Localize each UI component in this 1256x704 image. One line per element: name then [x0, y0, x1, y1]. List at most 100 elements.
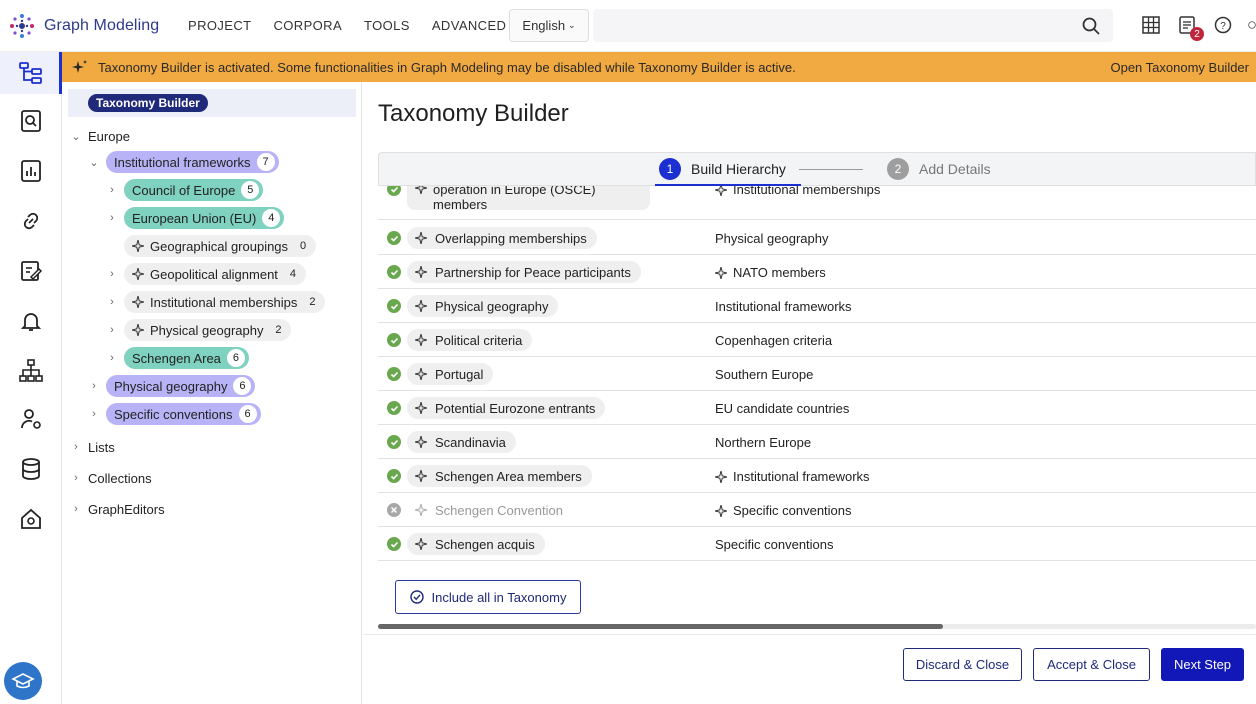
tree-node-european-union[interactable]: › European Union (EU) 4 — [106, 207, 285, 229]
chevron-right-icon[interactable]: › — [106, 184, 118, 196]
menu-corpora[interactable]: CORPORA — [273, 18, 342, 33]
chevron-right-icon[interactable]: › — [70, 503, 82, 515]
row-parent-label: Southern Europe — [715, 367, 814, 382]
tree-node-collections[interactable]: › Collections — [70, 467, 151, 489]
app-logo[interactable]: Graph Modeling — [8, 12, 178, 40]
table-row[interactable]: Partnership for Peace participants NATO … — [378, 255, 1256, 289]
grid-table-icon[interactable] — [1140, 14, 1162, 36]
table-row[interactable]: Physical geography Institutional framewo… — [378, 289, 1256, 323]
chevron-down-icon[interactable]: ⌄ — [88, 156, 100, 169]
table-row[interactable]: Schengen Area members Institutional fram… — [378, 459, 1256, 493]
menu-advanced[interactable]: ADVANCED — [432, 18, 506, 33]
step-number: 2 — [887, 158, 909, 180]
rail-database[interactable] — [0, 448, 62, 490]
search-icon[interactable] — [1081, 16, 1101, 36]
chevron-right-icon[interactable]: › — [106, 296, 118, 308]
step-number: 1 — [659, 158, 681, 180]
tree-node-europe[interactable]: ⌄ Europe — [70, 125, 130, 147]
check-circle-icon[interactable] — [387, 333, 401, 347]
row-parent-label: Northern Europe — [715, 435, 812, 450]
check-circle-icon[interactable] — [387, 401, 401, 415]
tree-node-institutional-frameworks[interactable]: ⌄ Institutional frameworks 7 — [88, 151, 279, 173]
rail-home[interactable] — [0, 498, 62, 540]
chevron-right-icon[interactable]: › — [88, 408, 100, 420]
language-select[interactable]: English ⌄ — [509, 9, 589, 42]
row-parent-label: Institutional frameworks — [733, 469, 870, 484]
table-row[interactable]: Political criteria Copenhagen criteria — [378, 323, 1256, 357]
check-circle-icon[interactable] — [387, 299, 401, 313]
rail-hierarchy[interactable] — [0, 350, 62, 392]
table-row[interactable]: Potential Eurozone entrants EU candidate… — [378, 391, 1256, 425]
tree-node-physical-geography[interactable]: › Physical geography 6 — [88, 375, 256, 397]
rail-document-search[interactable] — [0, 100, 62, 142]
rail-reports[interactable] — [0, 150, 62, 192]
rail-notifications[interactable] — [0, 300, 62, 342]
step-add-details[interactable]: 2 Add Details — [887, 158, 991, 180]
sparkle-icon — [415, 436, 427, 448]
academy-button[interactable] — [4, 662, 42, 700]
table-row[interactable]: Schengen Convention Specific conventions — [378, 493, 1256, 527]
user-icon[interactable] — [1248, 14, 1256, 36]
tree-node-geopolitical-alignment[interactable]: › Geopolitical alignment 4 — [106, 263, 306, 285]
rail-taxonomy[interactable] — [0, 52, 62, 94]
row-name: operation in Europe (OSCE) — [433, 186, 596, 197]
table-row[interactable]: Schengen acquis Specific conventions — [378, 527, 1256, 561]
tree-node-council-of-europe[interactable]: › Council of Europe 5 — [106, 179, 264, 201]
tree-node-grapheditors[interactable]: › GraphEditors — [70, 498, 164, 520]
chevron-right-icon[interactable]: › — [88, 380, 100, 392]
tasks-icon[interactable]: 2 — [1176, 14, 1204, 41]
tree-node-label: Lists — [88, 439, 115, 455]
chevron-right-icon[interactable]: › — [70, 472, 82, 484]
row-name-chip: Portugal — [407, 363, 494, 385]
check-circle-icon[interactable] — [387, 367, 401, 381]
menu-tools[interactable]: TOOLS — [364, 18, 410, 33]
menu-project[interactable]: PROJECT — [188, 18, 251, 33]
check-circle-icon[interactable] — [387, 265, 401, 279]
chevron-right-icon[interactable]: › — [106, 212, 118, 224]
tree-node-lists[interactable]: › Lists — [70, 436, 115, 458]
tree-node-geographical-groupings[interactable]: Geographical groupings 0 — [106, 235, 317, 257]
accept-close-button[interactable]: Accept & Close — [1033, 648, 1150, 681]
open-taxonomy-builder-link[interactable]: Open Taxonomy Builder — [1110, 60, 1249, 75]
row-name: Scandinavia — [435, 434, 506, 450]
discard-close-button[interactable]: Discard & Close — [903, 648, 1022, 681]
check-circle-icon[interactable] — [387, 537, 401, 551]
rail-links[interactable] — [0, 200, 62, 242]
chevron-right-icon[interactable]: › — [70, 441, 82, 453]
tree-node-physical-geography-sub[interactable]: › Physical geography 2 — [106, 319, 292, 341]
check-circle-icon[interactable] — [387, 186, 401, 196]
tree-node-pill: Geographical groupings 0 — [124, 235, 317, 257]
row-parent: EU candidate countries — [715, 401, 849, 416]
help-icon[interactable]: ? — [1212, 14, 1234, 36]
taxonomy-tree-icon — [19, 62, 42, 84]
check-circle-icon[interactable] — [387, 469, 401, 483]
check-circle-icon[interactable] — [387, 231, 401, 245]
chevron-right-icon[interactable]: › — [106, 324, 118, 336]
x-circle-icon[interactable] — [387, 503, 401, 517]
activation-banner: Taxonomy Builder is activated. Some func… — [62, 52, 1256, 82]
tree-node-schengen-area[interactable]: › Schengen Area 6 — [106, 347, 249, 369]
rail-edit[interactable] — [0, 250, 62, 292]
tree-node-specific-conventions[interactable]: › Specific conventions 6 — [88, 403, 261, 425]
search-bar[interactable] — [593, 9, 1113, 42]
chevron-right-icon[interactable]: › — [106, 352, 118, 364]
horizontal-scrollbar[interactable] — [378, 624, 1256, 629]
next-step-button[interactable]: Next Step — [1161, 648, 1244, 681]
tree-node-institutional-memberships[interactable]: › Institutional memberships 2 — [106, 291, 326, 313]
tree-node-pill: Physical geography 6 — [106, 375, 256, 397]
table-row[interactable]: Scandinavia Northern Europe — [378, 425, 1256, 459]
table-row[interactable]: Portugal Southern Europe — [378, 357, 1256, 391]
chevron-down-icon: ⌄ — [568, 20, 576, 30]
check-circle-icon[interactable] — [387, 435, 401, 449]
row-name-chip: Schengen acquis — [407, 533, 545, 555]
table-row[interactable]: operation in Europe (OSCE) members Insti… — [378, 186, 1256, 220]
chevron-down-icon[interactable]: ⌄ — [70, 130, 82, 143]
rail-user-settings[interactable] — [0, 398, 62, 440]
include-all-button[interactable]: Include all in Taxonomy — [395, 580, 581, 614]
taxonomy-builder-pill[interactable]: Taxonomy Builder — [88, 94, 208, 112]
step-build-hierarchy[interactable]: 1 Build Hierarchy — [659, 158, 786, 180]
chevron-right-icon[interactable]: › — [106, 268, 118, 280]
table-row[interactable]: Overlapping memberships Physical geograp… — [378, 221, 1256, 255]
step-label: Add Details — [919, 161, 991, 177]
scrollbar-thumb[interactable] — [378, 624, 943, 629]
